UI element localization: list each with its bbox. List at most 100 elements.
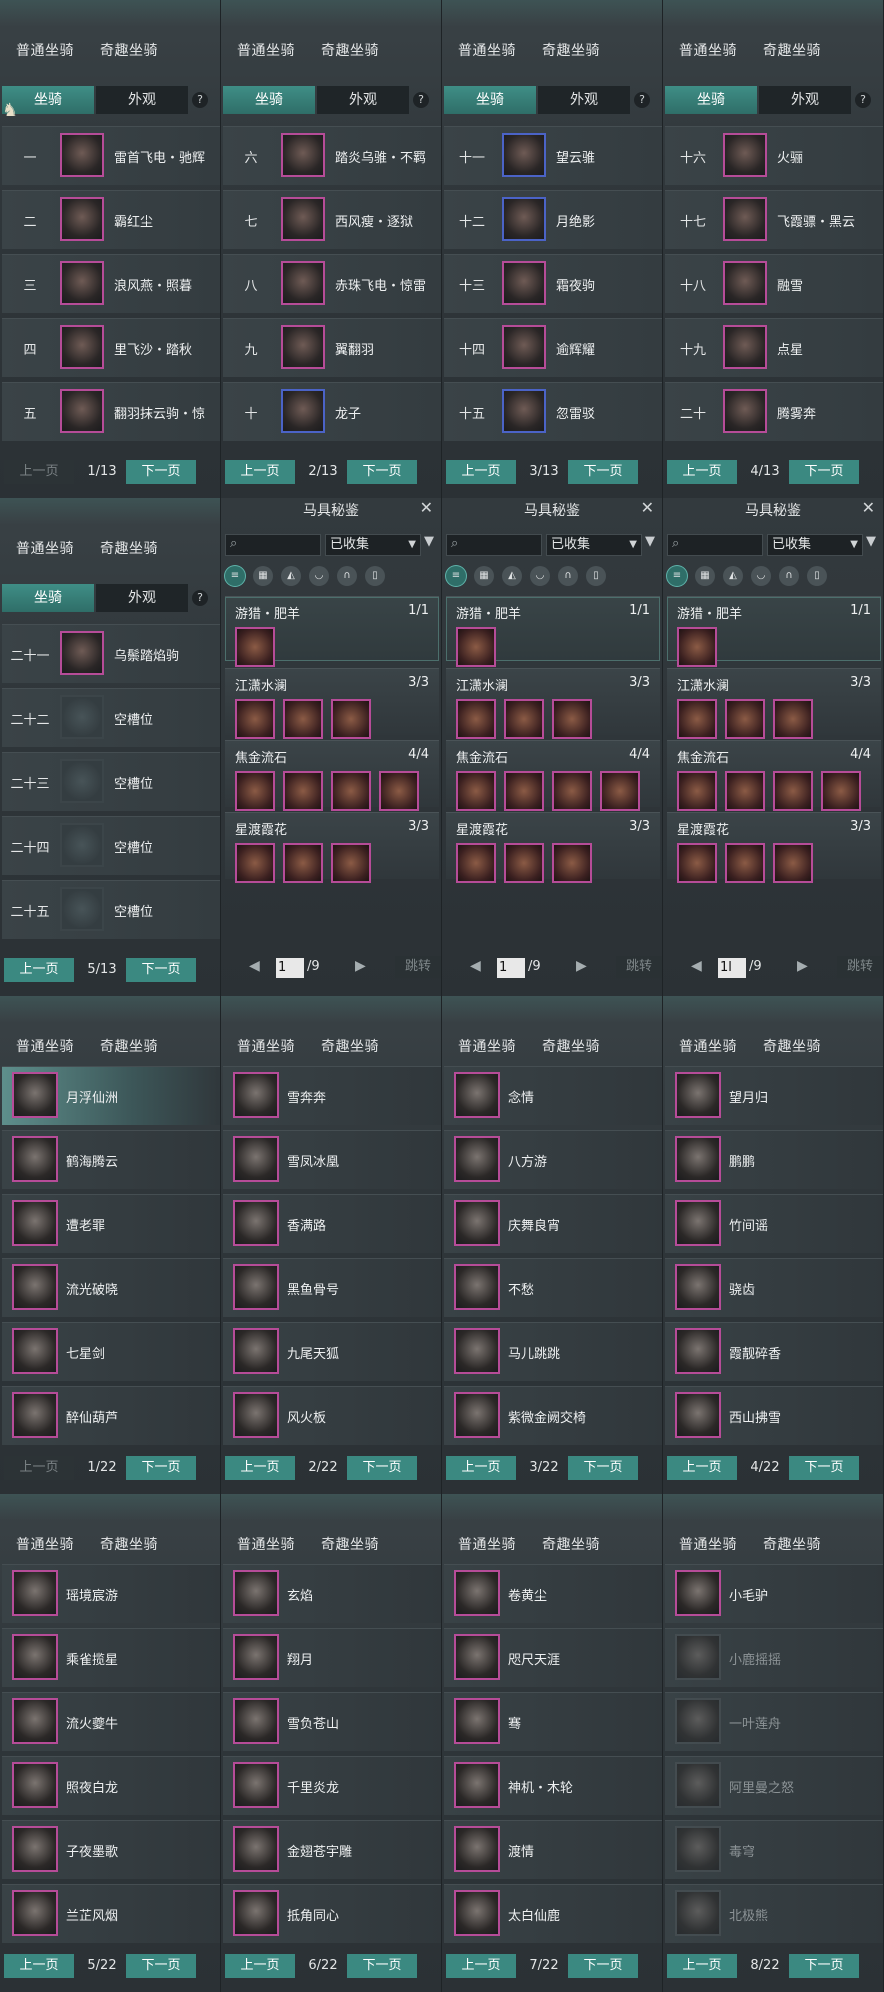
saddle-category-icon[interactable]: ◭ <box>723 566 743 586</box>
help-icon[interactable]: ? <box>192 92 208 108</box>
saddle-item-icon[interactable] <box>456 843 496 883</box>
mount-row[interactable]: 十三 霜夜驹 <box>444 254 662 313</box>
next-page-button[interactable]: 下一页 <box>347 1954 417 1978</box>
stirrup-category-icon[interactable]: ◡ <box>530 566 550 586</box>
filter-icon[interactable]: ▼ <box>645 534 655 549</box>
saddle-set-card[interactable]: 江潇水澜 3/3 <box>225 668 439 739</box>
close-icon[interactable]: ✕ <box>641 498 654 517</box>
fun-mount-row[interactable]: 骞 <box>444 1692 662 1751</box>
mount-row[interactable]: 十九 点星 <box>665 318 883 377</box>
tab-normal-mounts[interactable]: 普通坐骑 <box>679 1036 737 1062</box>
saddle-category-icon[interactable]: ◭ <box>281 566 301 586</box>
tab-fun-mounts[interactable]: 奇趣坐骑 <box>763 1036 821 1062</box>
prev-arrow-icon[interactable]: ◀ <box>691 958 702 974</box>
fun-mount-row[interactable]: 紫微金阙交椅 <box>444 1386 662 1445</box>
next-page-button[interactable]: 下一页 <box>568 460 638 484</box>
prev-page-button[interactable]: 上一页 <box>446 1456 516 1480</box>
fun-mount-row[interactable]: 霞靓碎香 <box>665 1322 883 1381</box>
tab-normal-mounts[interactable]: 普通坐骑 <box>679 40 737 66</box>
saddle-set-card[interactable]: 焦金流石 4/4 <box>667 740 881 811</box>
horseshoe-category-icon[interactable]: ∩ <box>337 566 357 586</box>
prev-page-button[interactable]: 上一页 <box>4 460 74 484</box>
saddle-item-icon[interactable] <box>283 843 323 883</box>
mount-row[interactable]: 七 西风瘦・逐狱 <box>223 190 441 249</box>
prev-page-button[interactable]: 上一页 <box>4 1954 74 1978</box>
prev-page-button[interactable]: 上一页 <box>667 460 737 484</box>
saddle-item-icon[interactable] <box>379 771 419 811</box>
tab-fun-mounts[interactable]: 奇趣坐骑 <box>321 1534 379 1560</box>
next-page-button[interactable]: 下一页 <box>568 1954 638 1978</box>
fun-mount-row[interactable]: 兰芷风烟 <box>2 1884 220 1943</box>
saddle-set-card[interactable]: 江潇水澜 3/3 <box>446 668 660 739</box>
subtab-mount[interactable]: 坐骑 <box>444 86 536 114</box>
fun-mount-row[interactable]: 翔月 <box>223 1628 441 1687</box>
tab-fun-mounts[interactable]: 奇趣坐骑 <box>763 40 821 66</box>
fun-mount-row[interactable]: 鹤海腾云 <box>2 1130 220 1189</box>
fun-mount-row[interactable]: 雪凤冰凰 <box>223 1130 441 1189</box>
prev-page-button[interactable]: 上一页 <box>225 1954 295 1978</box>
fun-mount-row[interactable]: 雪负苍山 <box>223 1692 441 1751</box>
fun-mount-row[interactable]: 醉仙葫芦 <box>2 1386 220 1445</box>
next-page-button[interactable]: 下一页 <box>126 958 196 982</box>
saddle-item-icon[interactable] <box>456 771 496 811</box>
fun-mount-row[interactable]: 念情 <box>444 1066 662 1125</box>
mount-row[interactable]: 一 雷首飞电・驰辉 <box>2 126 220 185</box>
prev-page-button[interactable]: 上一页 <box>446 460 516 484</box>
saddle-item-icon[interactable] <box>235 699 275 739</box>
fun-mount-row[interactable]: 神机・木轮 <box>444 1756 662 1815</box>
fun-mount-row[interactable]: 北极熊 <box>665 1884 883 1943</box>
mount-row[interactable]: 二十四 空槽位 <box>2 816 220 875</box>
saddle-item-icon[interactable] <box>331 699 371 739</box>
stirrup-category-icon[interactable]: ◡ <box>309 566 329 586</box>
mount-row[interactable]: 二十五 空槽位 <box>2 880 220 939</box>
mount-row[interactable]: 三 浪风燕・照暮 <box>2 254 220 313</box>
search-input[interactable]: ⌕ <box>667 534 763 556</box>
saddle-item-icon[interactable] <box>725 843 765 883</box>
mount-row[interactable]: 二十三 空槽位 <box>2 752 220 811</box>
subtab-mount[interactable]: 坐骑 <box>665 86 757 114</box>
subtab-appearance[interactable]: 外观 <box>538 86 630 114</box>
tab-fun-mounts[interactable]: 奇趣坐骑 <box>100 40 158 66</box>
saddle-item-icon[interactable] <box>677 771 717 811</box>
collected-filter-dropdown[interactable]: 已收集 ▼ <box>767 534 863 556</box>
grid-category-icon[interactable]: ▦ <box>474 566 494 586</box>
saddle-item-icon[interactable] <box>677 843 717 883</box>
mount-row[interactable]: 十五 忽雷驳 <box>444 382 662 441</box>
saddle-item-icon[interactable] <box>725 771 765 811</box>
saddle-item-icon[interactable] <box>821 771 861 811</box>
tab-fun-mounts[interactable]: 奇趣坐骑 <box>321 1036 379 1062</box>
prev-arrow-icon[interactable]: ◀ <box>470 958 481 974</box>
saddle-set-card[interactable]: 焦金流石 4/4 <box>446 740 660 811</box>
saddle-set-card[interactable]: 星渡霞花 3/3 <box>667 812 881 883</box>
help-icon[interactable]: ? <box>634 92 650 108</box>
fun-mount-row[interactable]: 卷黄尘 <box>444 1564 662 1623</box>
fun-mount-row[interactable]: 香满路 <box>223 1194 441 1253</box>
filter-icon[interactable]: ▼ <box>866 534 876 549</box>
all-category-icon[interactable]: ≡ <box>446 566 466 586</box>
fun-mount-row[interactable]: 咫尺天涯 <box>444 1628 662 1687</box>
saddle-set-card[interactable]: 江潇水澜 3/3 <box>667 668 881 739</box>
saddle-item-icon[interactable] <box>773 843 813 883</box>
saddle-item-icon[interactable] <box>456 627 496 667</box>
prev-page-button[interactable]: 上一页 <box>446 1954 516 1978</box>
tab-fun-mounts[interactable]: 奇趣坐骑 <box>542 1036 600 1062</box>
tab-normal-mounts[interactable]: 普通坐骑 <box>16 538 74 564</box>
saddle-set-card[interactable]: 焦金流石 4/4 <box>225 740 439 811</box>
stirrup-category-icon[interactable]: ◡ <box>751 566 771 586</box>
mount-row[interactable]: 九 翼翻羽 <box>223 318 441 377</box>
tab-normal-mounts[interactable]: 普通坐骑 <box>16 1534 74 1560</box>
next-page-button[interactable]: 下一页 <box>789 1954 859 1978</box>
fun-mount-row[interactable]: 小毛驴 <box>665 1564 883 1623</box>
saddle-item-icon[interactable] <box>331 843 371 883</box>
fun-mount-row[interactable]: 渡情 <box>444 1820 662 1879</box>
fun-mount-row[interactable]: 九尾天狐 <box>223 1322 441 1381</box>
next-page-button[interactable]: 下一页 <box>347 1456 417 1480</box>
fun-mount-row[interactable]: 抵角同心 <box>223 1884 441 1943</box>
tab-fun-mounts[interactable]: 奇趣坐骑 <box>542 40 600 66</box>
mount-row[interactable]: 五 翻羽抹云驹・惊 <box>2 382 220 441</box>
help-icon[interactable]: ? <box>413 92 429 108</box>
saddle-item-icon[interactable] <box>235 771 275 811</box>
fun-mount-row[interactable]: 小鹿摇摇 <box>665 1628 883 1687</box>
tab-normal-mounts[interactable]: 普通坐骑 <box>458 1534 516 1560</box>
fun-mount-row[interactable]: 乘雀揽星 <box>2 1628 220 1687</box>
